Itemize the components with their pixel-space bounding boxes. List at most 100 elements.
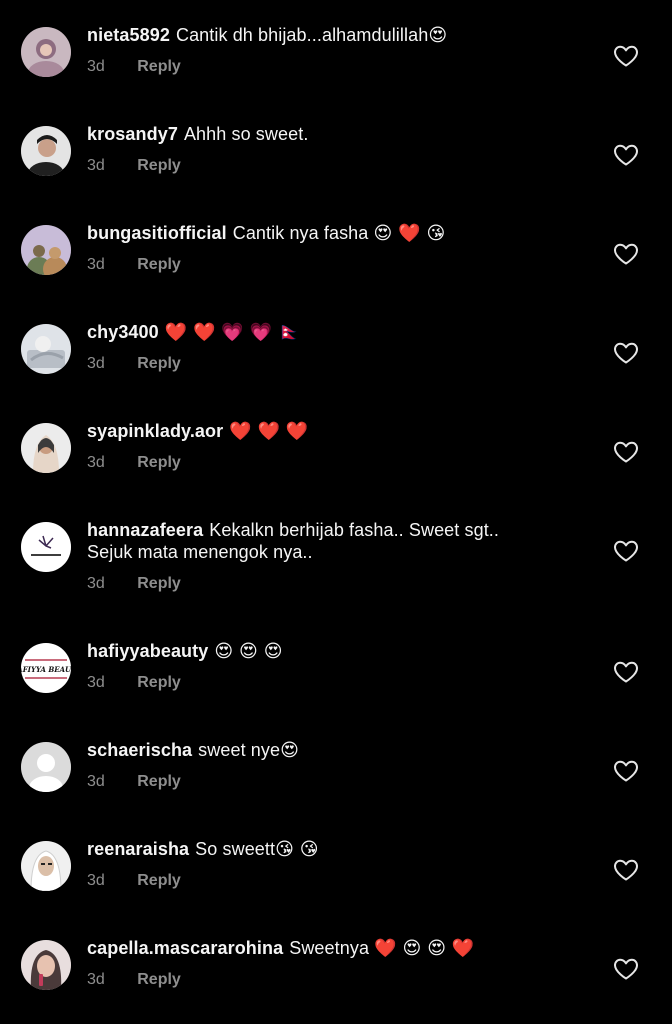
comment-text: krosandy7 Ahhh so sweet. bbox=[87, 123, 587, 145]
like-button[interactable] bbox=[613, 760, 641, 784]
comment-text: bungasitiofficial Cantik nya fasha 😍 ❤️ 😘 bbox=[87, 222, 587, 244]
reply-button[interactable]: Reply bbox=[137, 57, 181, 77]
username[interactable]: bungasitiofficial bbox=[87, 223, 227, 243]
comment-message: Sweetnya bbox=[289, 938, 370, 958]
reply-button[interactable]: Reply bbox=[137, 871, 181, 891]
comment-text: hannazafeera Kekalkn berhijab fasha.. Swe… bbox=[87, 519, 587, 541]
username[interactable]: chy3400 bbox=[87, 322, 159, 342]
avatar[interactable] bbox=[21, 126, 71, 176]
reply-button[interactable]: Reply bbox=[137, 772, 181, 792]
like-button[interactable] bbox=[613, 661, 641, 685]
username[interactable]: reenaraisha bbox=[87, 839, 189, 859]
timestamp: 3d bbox=[87, 256, 105, 273]
avatar-image bbox=[21, 225, 71, 275]
avatar[interactable] bbox=[21, 423, 71, 473]
heart-outline-icon bbox=[614, 958, 638, 980]
avatar[interactable] bbox=[21, 27, 71, 77]
comment-text: hafiyyabeauty 😍 😍 😍 bbox=[87, 640, 587, 662]
like-button[interactable] bbox=[613, 958, 641, 982]
comment-message: sweet nye bbox=[198, 740, 281, 760]
avatar-image: HAFIYYA BEAUTY bbox=[21, 643, 71, 693]
username[interactable]: schaerischa bbox=[87, 740, 192, 760]
avatar[interactable] bbox=[21, 522, 71, 572]
avatar-image bbox=[21, 841, 71, 891]
avatar-image bbox=[21, 522, 71, 572]
comment-emoji: 😍 bbox=[280, 740, 299, 761]
username[interactable]: hafiyyabeauty bbox=[87, 641, 208, 661]
like-button[interactable] bbox=[613, 45, 641, 69]
timestamp: 3d bbox=[87, 971, 105, 988]
comment-message: Cantik dh bhijab...alhamdulillah bbox=[175, 25, 429, 45]
comment-meta: 3d Reply bbox=[87, 255, 587, 275]
comment-meta: 3d Reply bbox=[87, 871, 587, 891]
timestamp: 3d bbox=[87, 454, 105, 471]
reply-button[interactable]: Reply bbox=[137, 673, 181, 693]
heart-outline-icon bbox=[614, 540, 638, 562]
comment-emoji: ❤️ ❤️ ❤️ bbox=[229, 421, 309, 442]
like-button[interactable] bbox=[613, 342, 641, 366]
avatar-image bbox=[21, 324, 71, 374]
comment-meta: 3d Reply bbox=[87, 673, 587, 693]
avatar[interactable] bbox=[21, 225, 71, 275]
heart-outline-icon bbox=[614, 45, 638, 67]
heart-outline-icon bbox=[614, 760, 638, 782]
avatar[interactable] bbox=[21, 940, 71, 990]
comment-meta: 3d Reply bbox=[87, 156, 587, 176]
comment-meta: 3d Reply bbox=[87, 772, 587, 792]
avatar[interactable]: HAFIYYA BEAUTY bbox=[21, 643, 71, 693]
avatar-image bbox=[21, 27, 71, 77]
reply-button[interactable]: Reply bbox=[137, 970, 181, 990]
timestamp: 3d bbox=[87, 355, 105, 372]
avatar-image bbox=[21, 423, 71, 473]
reply-button[interactable]: Reply bbox=[137, 574, 181, 594]
comment-text: schaerischa sweet nye😍 bbox=[87, 739, 587, 761]
like-button[interactable] bbox=[613, 540, 641, 564]
avatar[interactable] bbox=[21, 324, 71, 374]
comment-emoji: 😍 bbox=[428, 25, 448, 46]
username[interactable]: hannazafeera bbox=[87, 520, 203, 540]
comment-emoji: ❤️ ❤️ 💗 💗 🇳🇵 bbox=[164, 322, 301, 343]
comment-emoji: 😍 😍 😍 bbox=[214, 641, 283, 662]
reply-button[interactable]: Reply bbox=[137, 354, 181, 374]
timestamp: 3d bbox=[87, 674, 105, 691]
avatar-label: HAFIYYA BEAUTY bbox=[21, 665, 71, 674]
avatar-image bbox=[21, 940, 71, 990]
username[interactable]: nieta5892 bbox=[87, 25, 170, 45]
like-button[interactable] bbox=[613, 441, 641, 465]
avatar-image bbox=[21, 126, 71, 176]
comment-list: nieta5892 Cantik dh bhijab...alhamdulilla… bbox=[0, 0, 672, 1024]
timestamp: 3d bbox=[87, 157, 105, 174]
reply-button[interactable]: Reply bbox=[137, 156, 181, 176]
comment-emoji: ❤️ 😍 😍 ❤️ bbox=[374, 938, 475, 959]
comment-meta: 3d Reply bbox=[87, 354, 587, 374]
heart-outline-icon bbox=[614, 342, 638, 364]
heart-outline-icon bbox=[614, 243, 638, 265]
avatar[interactable] bbox=[21, 841, 71, 891]
like-button[interactable] bbox=[613, 243, 641, 267]
reply-button[interactable]: Reply bbox=[137, 453, 181, 473]
comment-text: reenaraisha So sweett😘 😘 bbox=[87, 838, 587, 860]
comment-text-line-2: Sejuk mata menengok nya.. bbox=[87, 542, 313, 562]
comment-text: chy3400 ❤️ ❤️ 💗 💗 🇳🇵 bbox=[87, 321, 587, 343]
username[interactable]: krosandy7 bbox=[87, 124, 178, 144]
username[interactable]: capella.mascararohina bbox=[87, 938, 283, 958]
comment-meta: 3d Reply bbox=[87, 574, 587, 594]
comment-meta: 3d Reply bbox=[87, 57, 587, 77]
reply-button[interactable]: Reply bbox=[137, 255, 181, 275]
comment-meta: 3d Reply bbox=[87, 453, 587, 473]
heart-outline-icon bbox=[614, 441, 638, 463]
username[interactable]: syapinklady.aor bbox=[87, 421, 223, 441]
comment-message: Cantik nya fasha bbox=[232, 223, 369, 243]
timestamp: 3d bbox=[87, 575, 105, 592]
comment-text: capella.mascararohina Sweetnya ❤️ 😍 😍 ❤️ bbox=[87, 937, 587, 959]
comment-text: syapinklady.aor ❤️ ❤️ ❤️ bbox=[87, 420, 587, 442]
like-button[interactable] bbox=[613, 859, 641, 883]
avatar[interactable] bbox=[21, 742, 71, 792]
comment-text: nieta5892 Cantik dh bhijab...alhamdulilla… bbox=[87, 24, 587, 46]
heart-outline-icon bbox=[614, 144, 638, 166]
default-avatar-icon bbox=[21, 742, 71, 792]
timestamp: 3d bbox=[87, 773, 105, 790]
like-button[interactable] bbox=[613, 144, 641, 168]
comment-message: Ahhh so sweet. bbox=[183, 124, 309, 144]
timestamp: 3d bbox=[87, 58, 105, 75]
